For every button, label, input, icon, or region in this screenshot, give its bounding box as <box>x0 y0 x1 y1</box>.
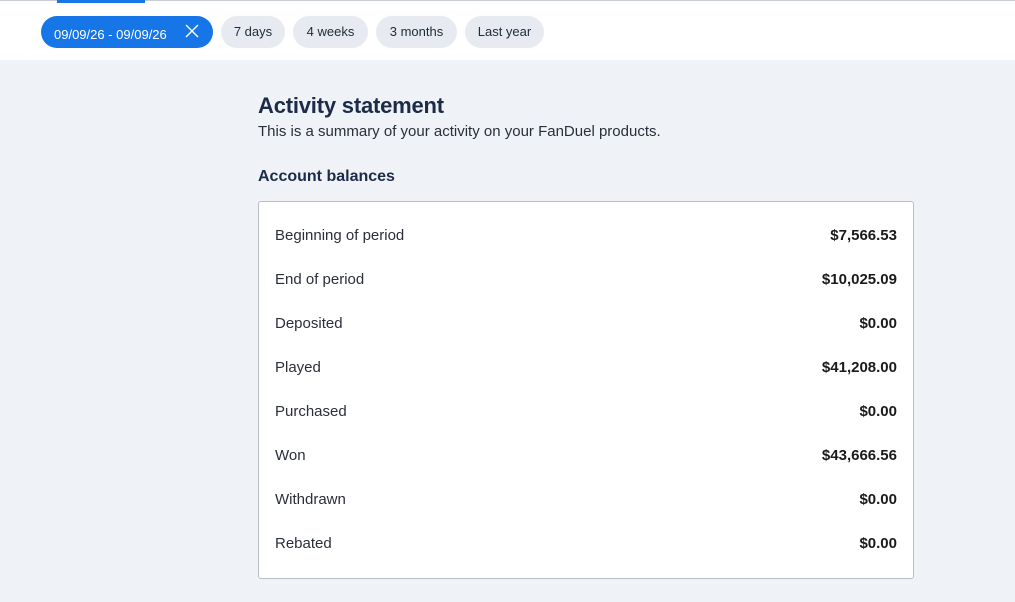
balance-label: Played <box>275 359 321 376</box>
balance-row-withdrawn: Withdrawn $0.00 <box>275 488 897 512</box>
preset-7-days-chip[interactable]: 7 days <box>221 16 285 48</box>
balance-row-rebated: Rebated $0.00 <box>275 532 897 556</box>
balance-label: Withdrawn <box>275 491 346 508</box>
preset-4-weeks-label: 4 weeks <box>306 24 355 39</box>
preset-4-weeks-chip[interactable]: 4 weeks <box>293 16 368 48</box>
balance-row-deposited: Deposited $0.00 <box>275 312 897 336</box>
balance-label: Deposited <box>275 315 343 332</box>
balance-value: $0.00 <box>859 403 897 420</box>
active-date-range-label: 09/09/26 - 09/09/26 <box>54 27 167 42</box>
balance-row-purchased: Purchased $0.00 <box>275 400 897 424</box>
balance-label: Beginning of period <box>275 227 405 244</box>
balance-value: $43,666.56 <box>821 447 897 464</box>
balance-label: Rebated <box>275 535 332 552</box>
preset-last-year-chip[interactable]: Last year <box>465 16 544 48</box>
preset-last-year-label: Last year <box>477 24 532 39</box>
preset-7-days-label: 7 days <box>233 24 273 39</box>
preset-3-months-label: 3 months <box>389 24 444 39</box>
account-balances-card: Beginning of period $7,566.53 End of per… <box>258 201 914 579</box>
balance-label: Won <box>275 447 306 464</box>
account-balances-heading: Account balances <box>258 168 395 185</box>
balance-value: $41,208.00 <box>821 359 897 376</box>
balance-row-played: Played $41,208.00 <box>275 356 897 380</box>
date-filter-bar: 09/09/26 - 09/09/26 7 days 4 weeks 3 mon… <box>0 4 1015 60</box>
balance-label: End of period <box>275 271 365 288</box>
balance-row-won: Won $43,666.56 <box>275 444 897 468</box>
balance-label: Purchased <box>275 403 347 420</box>
page-title: Activity statement <box>258 93 444 118</box>
active-tab-indicator <box>57 0 145 3</box>
page-subtitle: This is a summary of your activity on yo… <box>258 123 661 140</box>
balance-value: $7,566.53 <box>830 227 897 244</box>
balance-value: $0.00 <box>859 491 897 508</box>
balance-row-beginning-of-period: Beginning of period $7,566.53 <box>275 224 897 248</box>
balance-value: $0.00 <box>859 315 897 332</box>
close-icon[interactable] <box>185 24 199 38</box>
balance-value: $10,025.09 <box>821 271 897 288</box>
active-date-range-chip[interactable]: 09/09/26 - 09/09/26 <box>41 16 213 48</box>
top-divider <box>0 0 1015 1</box>
balance-value: $0.00 <box>859 535 897 552</box>
preset-3-months-chip[interactable]: 3 months <box>376 16 457 48</box>
balance-row-end-of-period: End of period $10,025.09 <box>275 268 897 292</box>
